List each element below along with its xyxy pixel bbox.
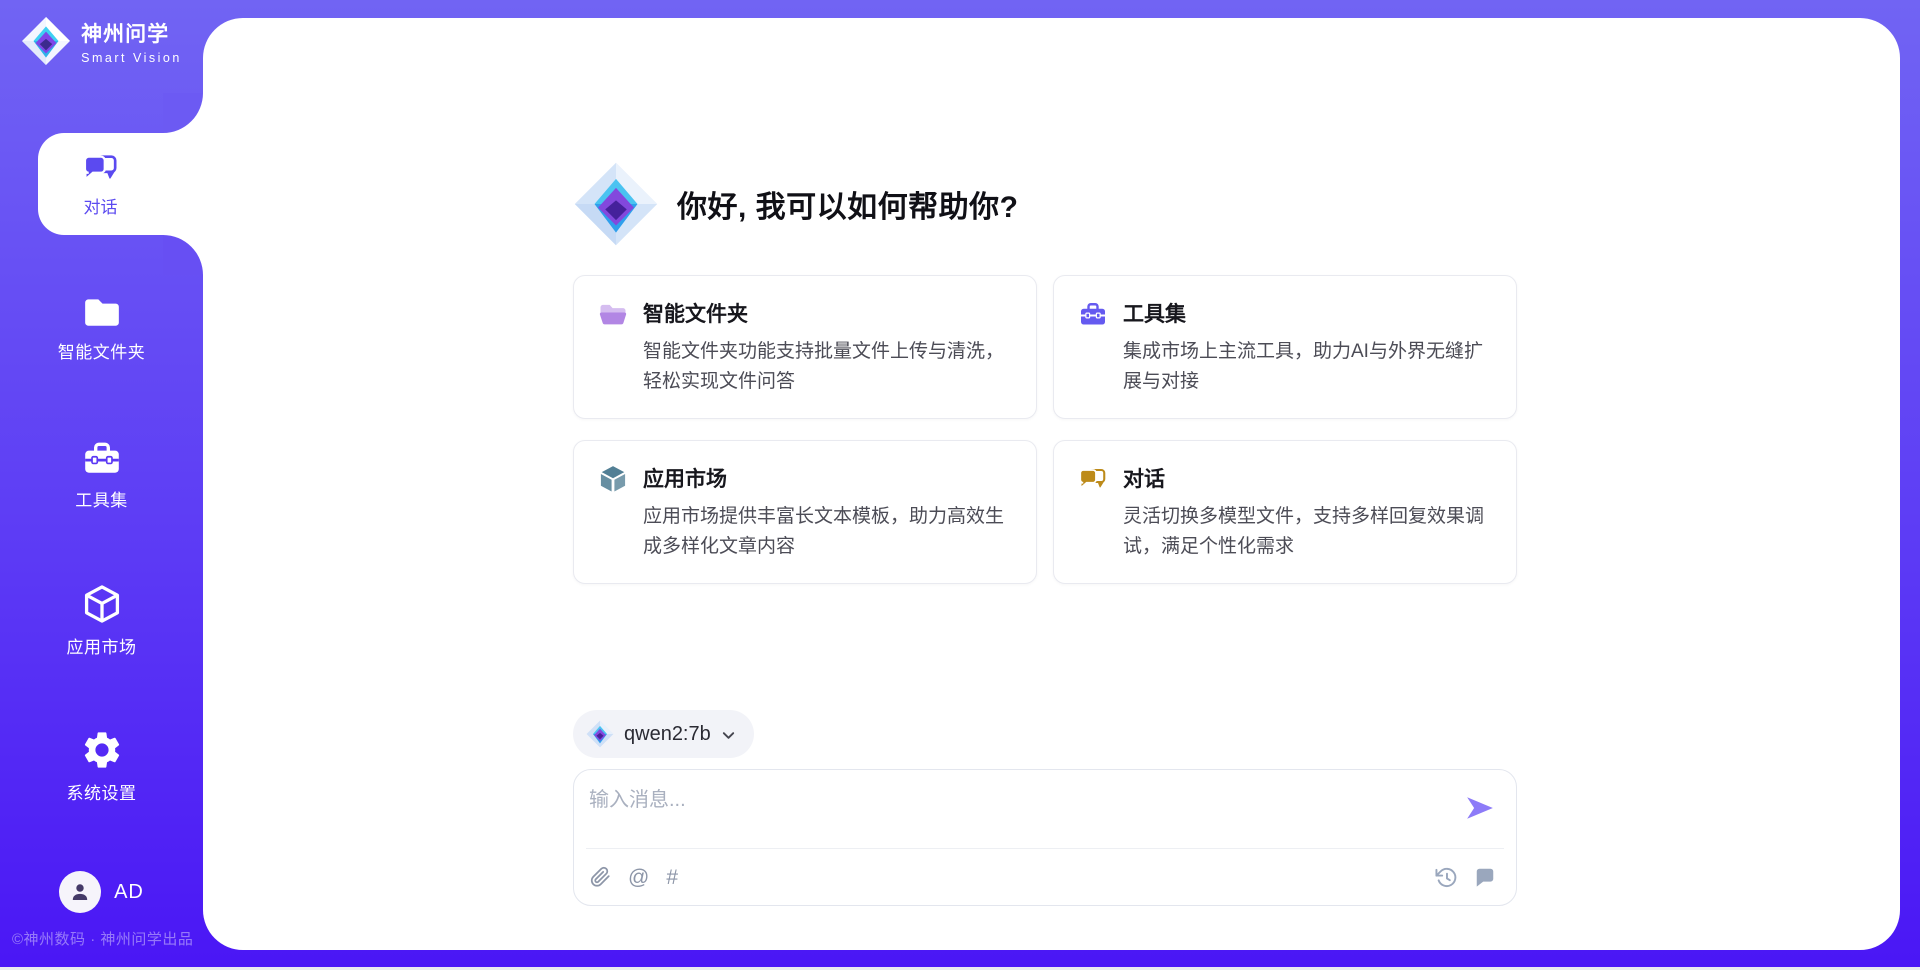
sidebar-item-smart-folder[interactable]: 智能文件夹 xyxy=(0,291,203,363)
tab-top-curve xyxy=(163,93,203,133)
card-description: 应用市场提供丰富长文本模板，助力高效生成多样化文章内容 xyxy=(643,502,1012,562)
card-text: 工具集 集成市场上主流工具，助力AI与外界无缝扩展与对接 xyxy=(1123,297,1492,397)
composer-right-tools xyxy=(1435,866,1496,889)
user-icon xyxy=(68,880,92,904)
chat-bubbles-icon xyxy=(1078,464,1108,494)
send-button[interactable] xyxy=(1464,795,1496,823)
send-icon xyxy=(1465,795,1495,821)
sidebar-item-label: 应用市场 xyxy=(67,633,137,658)
copyright-text: ©神州数码 · 神州问学出品 xyxy=(12,928,193,949)
toolbox-icon xyxy=(1078,299,1108,329)
card-app-market[interactable]: 应用市场 应用市场提供丰富长文本模板，助力高效生成多样化文章内容 xyxy=(573,440,1037,584)
sidebar-item-label: 智能文件夹 xyxy=(58,338,146,363)
brand-diamond-logo-icon xyxy=(21,16,71,66)
chevron-down-icon xyxy=(721,728,736,743)
card-title: 对话 xyxy=(1123,463,1492,493)
cube-icon xyxy=(80,582,124,626)
card-text: 智能文件夹 智能文件夹功能支持批量文件上传与清洗，轻松实现文件问答 xyxy=(643,297,1012,397)
feature-cards: 智能文件夹 智能文件夹功能支持批量文件上传与清洗，轻松实现文件问答 工具集 集成… xyxy=(573,275,1517,584)
user-menu[interactable]: AD xyxy=(0,871,203,913)
greeting-text: 你好, 我可以如何帮助你? xyxy=(677,182,1019,226)
card-smart-folder[interactable]: 智能文件夹 智能文件夹功能支持批量文件上传与清洗，轻松实现文件问答 xyxy=(573,275,1037,419)
toolbox-icon xyxy=(80,437,124,479)
app-root: { "app": { "brand": { "name": "神州问学", "t… xyxy=(0,0,1920,970)
model-name: qwen2:7b xyxy=(624,723,711,746)
card-chat[interactable]: 对话 灵活切换多模型文件，支持多样回复效果调试，满足个性化需求 xyxy=(1053,440,1517,584)
message-input[interactable] xyxy=(589,783,1459,841)
card-description: 灵活切换多模型文件，支持多样回复效果调试，满足个性化需求 xyxy=(1123,502,1492,562)
mention-icon[interactable]: @ xyxy=(628,867,649,888)
card-text: 对话 灵活切换多模型文件，支持多样回复效果调试，满足个性化需求 xyxy=(1123,462,1492,562)
main-panel: 你好, 我可以如何帮助你? 智能文件夹 智能文件夹功能支持批量文件上传与清洗，轻… xyxy=(203,18,1900,950)
tab-bottom-curve xyxy=(163,235,203,275)
gear-icon xyxy=(80,728,124,772)
message-composer: @ # xyxy=(573,769,1517,906)
brand-header: 神州问学 Smart Vision xyxy=(0,16,203,66)
sidebar-item-app-market[interactable]: 应用市场 xyxy=(0,582,203,658)
card-description: 智能文件夹功能支持批量文件上传与清洗，轻松实现文件问答 xyxy=(643,337,1012,397)
card-description: 集成市场上主流工具，助力AI与外界无缝扩展与对接 xyxy=(1123,337,1492,397)
folder-icon xyxy=(80,291,124,331)
sidebar-item-chat[interactable]: 对话 xyxy=(38,133,213,235)
model-diamond-logo-icon xyxy=(586,720,614,748)
feedback-chat-icon[interactable] xyxy=(1474,866,1496,888)
sidebar-item-settings[interactable]: 系统设置 xyxy=(0,728,203,804)
sidebar-item-toolset[interactable]: 工具集 xyxy=(0,437,203,511)
history-icon[interactable] xyxy=(1435,866,1458,889)
composer-toolbar: @ # xyxy=(590,849,1496,905)
composer-left-tools: @ # xyxy=(590,866,678,888)
tab-content: 对话 xyxy=(38,133,163,235)
folder-open-icon xyxy=(598,299,628,329)
card-title: 智能文件夹 xyxy=(643,298,1012,328)
sidebar-item-label: 系统设置 xyxy=(67,779,137,804)
brand-text: 神州问学 Smart Vision xyxy=(81,18,182,65)
main-content: 你好, 我可以如何帮助你? 智能文件夹 智能文件夹功能支持批量文件上传与清洗，轻… xyxy=(573,18,1517,950)
avatar xyxy=(59,871,101,913)
card-text: 应用市场 应用市场提供丰富长文本模板，助力高效生成多样化文章内容 xyxy=(643,462,1012,562)
brand-diamond-logo-icon xyxy=(573,161,659,247)
brand-tagline: Smart Vision xyxy=(81,51,182,65)
sidebar-item-label: 工具集 xyxy=(75,486,128,511)
greeting-block: 你好, 我可以如何帮助你? xyxy=(573,161,1019,247)
sidebar-item-label: 对话 xyxy=(84,193,118,218)
topic-icon[interactable]: # xyxy=(666,867,678,888)
attachment-icon[interactable] xyxy=(590,866,611,888)
brand-name: 神州问学 xyxy=(81,18,182,48)
card-toolset[interactable]: 工具集 集成市场上主流工具，助力AI与外界无缝扩展与对接 xyxy=(1053,275,1517,419)
cube-icon xyxy=(598,464,628,494)
model-selector[interactable]: qwen2:7b xyxy=(573,710,754,758)
card-title: 应用市场 xyxy=(643,463,1012,493)
chat-bubbles-icon xyxy=(82,151,120,185)
user-initials: AD xyxy=(114,881,144,904)
card-title: 工具集 xyxy=(1123,298,1492,328)
